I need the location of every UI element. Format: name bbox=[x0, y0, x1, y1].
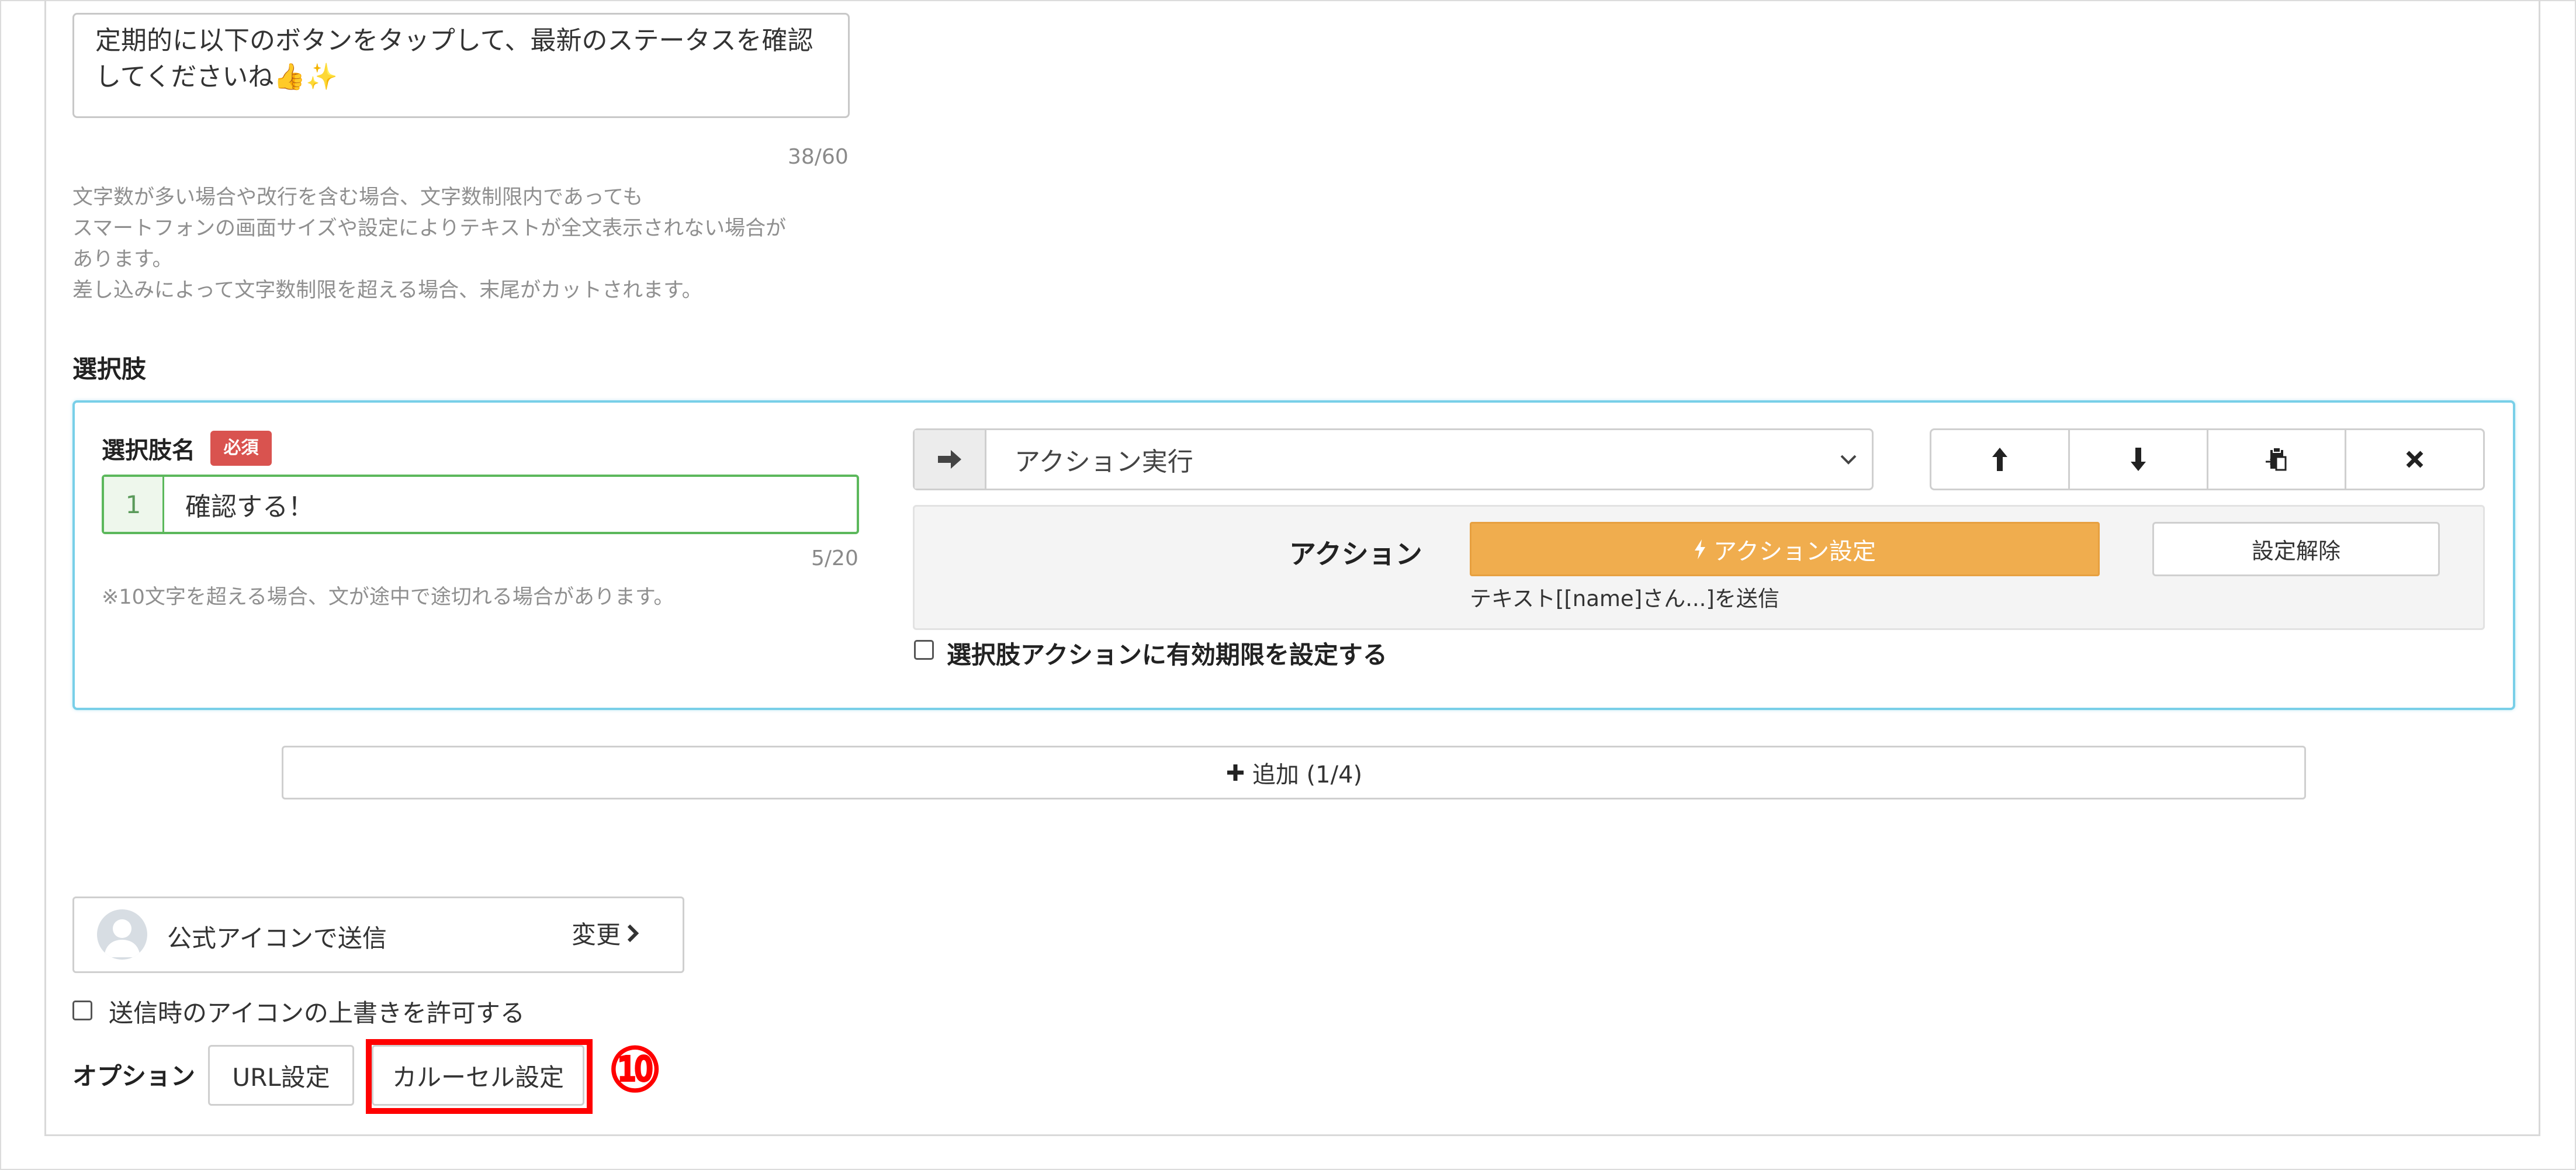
sender-label: 公式アイコンで送信 bbox=[167, 924, 387, 953]
content-border-left bbox=[44, 0, 46, 1136]
plus-icon bbox=[1227, 764, 1244, 781]
choice-type-select[interactable]: アクション実行 bbox=[913, 428, 1874, 490]
chevron-down-icon[interactable] bbox=[1825, 430, 1872, 489]
message-char-counter: 38/60 bbox=[788, 145, 849, 169]
choice-name-label: 選択肢名 bbox=[102, 437, 195, 464]
choice-char-counter: 5/20 bbox=[811, 546, 858, 570]
arrow-up-icon bbox=[1992, 448, 2007, 471]
help-line: 差し込みによって文字数制限を超える場合、末尾がカットされます。 bbox=[72, 279, 702, 302]
step-number-annotation: ⑩ bbox=[608, 1034, 663, 1106]
chevron-right-icon bbox=[627, 924, 639, 942]
options-label: オプション bbox=[72, 1062, 196, 1091]
choice-name-value[interactable]: 確認する！ bbox=[164, 477, 857, 532]
help-line: スマートフォンの画面サイズや設定によりテキストが全文表示されない場合が bbox=[72, 217, 787, 240]
message-textarea[interactable]: 定期的に以下のボタンをタップして、最新のステータスを確認 してくださいね👍✨ bbox=[72, 13, 850, 118]
arrow-right-icon bbox=[915, 430, 986, 489]
choices-section-title: 選択肢 bbox=[72, 355, 147, 383]
expire-checkbox[interactable] bbox=[914, 640, 934, 660]
action-settings-button[interactable]: アクション設定 bbox=[1470, 522, 2100, 576]
message-help-text: 文字数が多い場合や改行を含む場合、文字数制限内であっても スマートフォンの画面サ… bbox=[72, 182, 891, 306]
help-line: 文字数が多い場合や改行を含む場合、文字数制限内であっても bbox=[72, 186, 643, 209]
required-badge: 必須 bbox=[210, 431, 272, 466]
url-settings-button[interactable]: URL設定 bbox=[208, 1045, 354, 1106]
expire-checkbox-label[interactable]: 選択肢アクションに有効期限を設定する bbox=[947, 635, 1387, 671]
unset-action-button[interactable]: 設定解除 bbox=[2152, 522, 2440, 576]
copy-button[interactable] bbox=[2206, 430, 2345, 489]
change-sender-link[interactable]: 変更 bbox=[572, 915, 639, 951]
choice-controls bbox=[1930, 428, 2485, 490]
choice-number: 1 bbox=[104, 477, 164, 532]
choice-note: ※10文字を超える場合、文が途中で途切れる場合があります。 bbox=[102, 586, 674, 609]
add-choice-button[interactable]: 追加 (1/4) bbox=[282, 746, 2306, 799]
remove-button[interactable] bbox=[2345, 430, 2483, 489]
help-line: あります。 bbox=[72, 248, 173, 271]
content-border-right bbox=[2539, 0, 2540, 1136]
override-icon-checkbox[interactable] bbox=[72, 1001, 92, 1020]
avatar bbox=[97, 909, 147, 960]
choice-name-input[interactable]: 1 確認する！ bbox=[102, 475, 859, 534]
override-icon-label[interactable]: 送信時のアイコンの上書きを許可する bbox=[109, 994, 525, 1029]
highlight-box bbox=[366, 1039, 593, 1114]
move-down-button[interactable] bbox=[2068, 430, 2207, 489]
choice-type-value[interactable]: アクション実行 bbox=[986, 430, 1825, 489]
action-label: アクション bbox=[1289, 538, 1422, 570]
arrow-down-icon bbox=[2130, 448, 2146, 471]
action-settings-label: アクション設定 bbox=[1713, 538, 1876, 565]
change-sender-label: 変更 bbox=[572, 920, 621, 949]
move-up-button[interactable] bbox=[1931, 430, 2068, 489]
add-choice-label: 追加 (1/4) bbox=[1252, 761, 1363, 788]
action-summary: テキスト[[name]さん...]を送信 bbox=[1470, 586, 1779, 611]
close-icon bbox=[2406, 451, 2423, 468]
content-border-bottom bbox=[44, 1134, 2540, 1136]
lightning-icon bbox=[1695, 539, 1705, 559]
paste-icon bbox=[2266, 447, 2287, 471]
